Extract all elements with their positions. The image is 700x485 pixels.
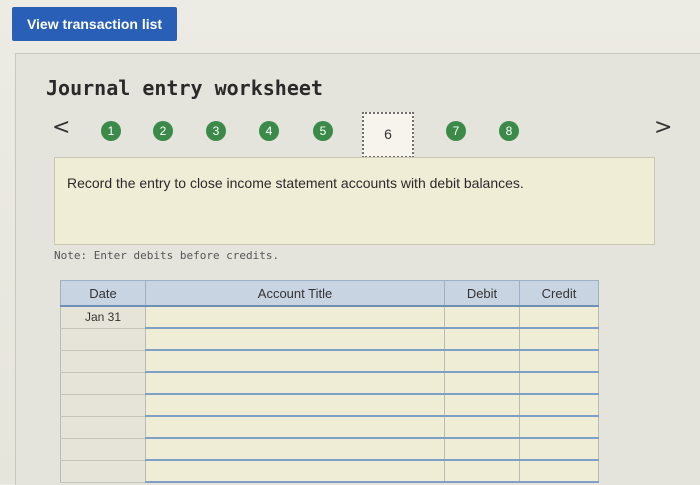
- credit-input[interactable]: [519, 372, 599, 395]
- journal-worksheet-panel: Journal entry worksheet < 1 2 3 4 5 6 7 …: [15, 53, 700, 485]
- account-title-input[interactable]: [145, 394, 445, 417]
- view-transaction-list-button[interactable]: View transaction list: [12, 7, 177, 41]
- account-title-input[interactable]: [145, 372, 445, 395]
- step-1-button[interactable]: 1: [101, 121, 121, 141]
- journal-entry-table: Date Account Title Debit Credit Jan 31: [60, 280, 599, 483]
- date-cell: Jan 31: [60, 306, 146, 329]
- credit-input[interactable]: [519, 328, 599, 351]
- table-row: [60, 460, 599, 483]
- debit-input[interactable]: [444, 394, 520, 417]
- credit-input[interactable]: [519, 394, 599, 417]
- next-arrow-icon[interactable]: >: [654, 117, 672, 139]
- table-row: [60, 328, 599, 351]
- debit-input[interactable]: [444, 372, 520, 395]
- account-title-input[interactable]: [145, 328, 445, 351]
- account-title-input[interactable]: [145, 306, 445, 329]
- table-row: [60, 372, 599, 395]
- table-row: [60, 350, 599, 373]
- table-row: Jan 31: [60, 306, 599, 329]
- prev-arrow-icon[interactable]: <: [52, 117, 70, 139]
- credit-header: Credit: [519, 280, 599, 307]
- note-text: Note: Enter debits before credits.: [54, 249, 280, 262]
- step-5-button[interactable]: 5: [313, 121, 333, 141]
- step-2-button[interactable]: 2: [153, 121, 173, 141]
- debit-input[interactable]: [444, 350, 520, 373]
- table-row: [60, 438, 599, 461]
- account-title-input[interactable]: [145, 350, 445, 373]
- date-cell[interactable]: [60, 416, 146, 439]
- worksheet-title: Journal entry worksheet: [46, 76, 323, 100]
- account-title-header: Account Title: [145, 280, 445, 307]
- debit-input[interactable]: [444, 460, 520, 483]
- debit-input[interactable]: [444, 438, 520, 461]
- instruction-text: Record the entry to close income stateme…: [67, 175, 524, 191]
- date-cell[interactable]: [60, 350, 146, 373]
- step-7-button[interactable]: 7: [446, 121, 466, 141]
- credit-input[interactable]: [519, 306, 599, 329]
- table-row: [60, 416, 599, 439]
- step-8-button[interactable]: 8: [499, 121, 519, 141]
- credit-input[interactable]: [519, 460, 599, 483]
- instruction-box: Record the entry to close income stateme…: [54, 157, 655, 245]
- credit-input[interactable]: [519, 416, 599, 439]
- date-cell[interactable]: [60, 372, 146, 395]
- table-row: [60, 394, 599, 417]
- step-6-button[interactable]: 6: [362, 112, 414, 158]
- date-cell[interactable]: [60, 438, 146, 461]
- date-cell[interactable]: [60, 394, 146, 417]
- debit-input[interactable]: [444, 416, 520, 439]
- date-header: Date: [60, 280, 146, 307]
- step-4-button[interactable]: 4: [259, 121, 279, 141]
- date-cell[interactable]: [60, 460, 146, 483]
- credit-input[interactable]: [519, 350, 599, 373]
- debit-header: Debit: [444, 280, 520, 307]
- account-title-input[interactable]: [145, 460, 445, 483]
- credit-input[interactable]: [519, 438, 599, 461]
- account-title-input[interactable]: [145, 416, 445, 439]
- debit-input[interactable]: [444, 306, 520, 329]
- debit-input[interactable]: [444, 328, 520, 351]
- account-title-input[interactable]: [145, 438, 445, 461]
- date-cell[interactable]: [60, 328, 146, 351]
- table-header-row: Date Account Title Debit Credit: [60, 280, 599, 307]
- step-3-button[interactable]: 3: [206, 121, 226, 141]
